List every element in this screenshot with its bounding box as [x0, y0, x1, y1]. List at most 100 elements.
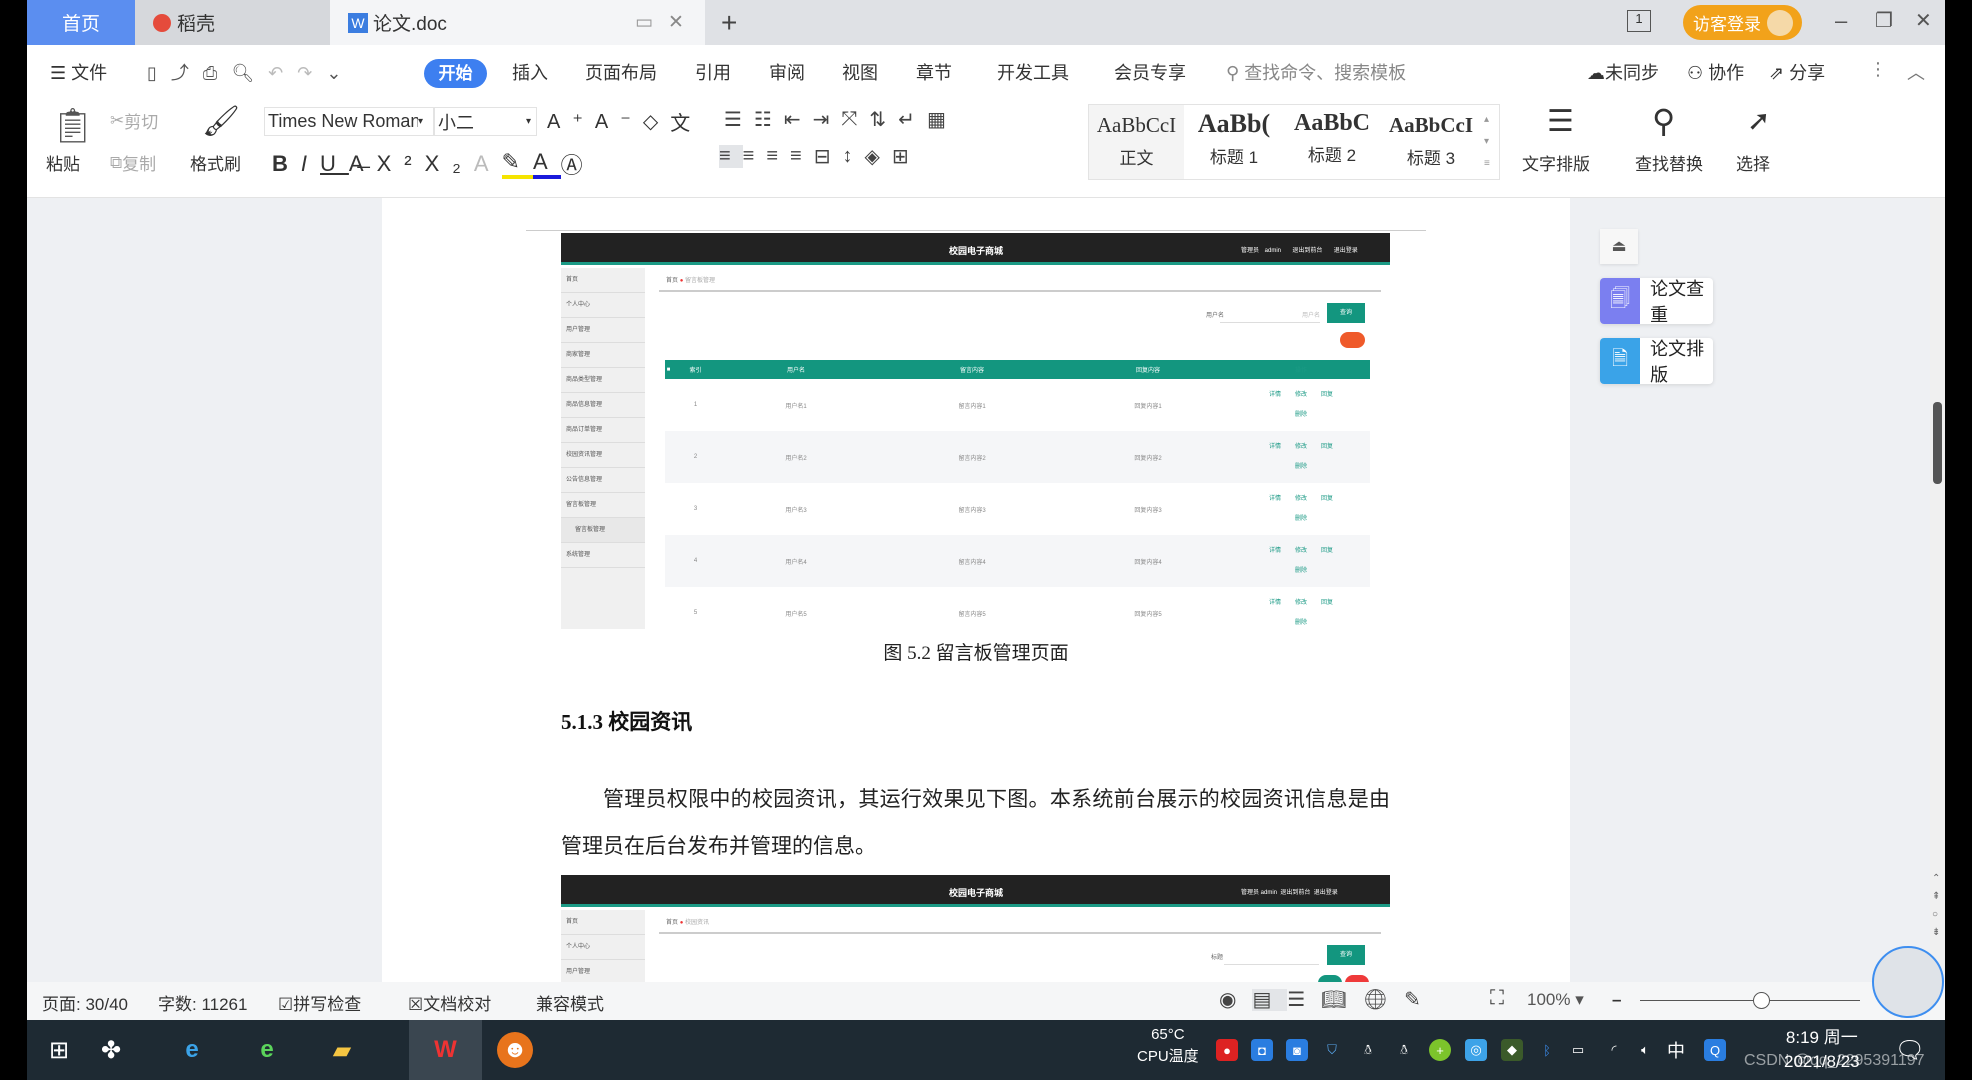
- menu-tab-member[interactable]: 会员专享: [1114, 59, 1186, 85]
- menu-tab-page-layout[interactable]: 页面布局: [585, 59, 657, 85]
- proofread-button[interactable]: ☒文档校对: [408, 990, 491, 1015]
- guest-login-button[interactable]: 访客登录: [1683, 5, 1802, 40]
- text-layout-button[interactable]: 文字排版: [1522, 150, 1590, 175]
- minimize-button[interactable]: –: [1835, 8, 1847, 34]
- document-page[interactable]: 校园电子商城 管理员 admin 退出到前台 退出登录 首页 个人中心 用户管理 商家管…: [382, 198, 1570, 982]
- increase-indent-icon[interactable]: ⇥: [813, 107, 842, 132]
- paragraph-tools-row1[interactable]: ☰ ☷ ⇤ ⇥ ⤧ ⇅ ↵ ▦: [724, 107, 958, 132]
- export-icon[interactable]: ⤴: [171, 63, 203, 83]
- style-heading-1[interactable]: AaBb(标题 1: [1185, 105, 1283, 179]
- zoom-select[interactable]: 100% ▾: [1527, 990, 1584, 1010]
- sync-button[interactable]: ☁未同步: [1587, 59, 1659, 85]
- style-heading-2[interactable]: AaBbC 标题 2: [1283, 105, 1381, 179]
- align-center-icon[interactable]: ≡: [743, 145, 767, 168]
- cpu-temp-widget[interactable]: 65°C CPU温度: [1137, 1024, 1199, 1068]
- zoom-slider-knob[interactable]: [1753, 992, 1770, 1009]
- justify-icon[interactable]: ≡: [790, 145, 814, 168]
- tray-plus-icon[interactable]: +: [1429, 1039, 1451, 1061]
- customize-icon[interactable]: ⌄: [326, 63, 355, 83]
- reading-view-icon[interactable]: 📖︎: [1321, 989, 1362, 1011]
- word-count[interactable]: 字数: 11261: [158, 990, 247, 1015]
- font-tools[interactable]: A⁺ A⁻ ◇ 文: [547, 107, 702, 136]
- shrink-font-icon[interactable]: A⁻: [595, 109, 643, 134]
- grow-font-icon[interactable]: A⁺: [547, 109, 595, 134]
- bold-icon[interactable]: B: [272, 151, 301, 177]
- ruler-icon[interactable]: ▦: [927, 107, 958, 132]
- notification-icon[interactable]: 🗨︎: [1892, 1032, 1928, 1068]
- show-marks-icon[interactable]: ↵: [898, 107, 927, 132]
- paper-layout-button[interactable]: 🗎︎ 论文排版: [1600, 338, 1713, 385]
- pen-icon[interactable]: ✎: [1404, 989, 1437, 1011]
- align-left-icon[interactable]: ≡: [719, 145, 743, 168]
- page-view-icon[interactable]: ▤: [1252, 989, 1288, 1011]
- style-normal[interactable]: AaBbCcI 正文: [1089, 105, 1184, 179]
- preview-icon[interactable]: 🔍︎: [231, 63, 268, 83]
- print-icon[interactable]: ⎙: [203, 63, 231, 83]
- distribute-icon[interactable]: ⊟: [814, 144, 843, 169]
- underline-icon[interactable]: U: [320, 151, 349, 177]
- eye-protection-icon[interactable]: ◉: [1219, 989, 1252, 1011]
- sort-icon[interactable]: ⇅: [869, 107, 898, 132]
- zoom-slider[interactable]: [1640, 992, 1860, 1009]
- line-spacing-icon[interactable]: ↕: [842, 145, 864, 168]
- paste-icon[interactable]: 📋︎: [51, 106, 94, 146]
- copy-button[interactable]: ⧉ 复制: [110, 150, 156, 175]
- menu-tab-insert[interactable]: 插入: [512, 59, 548, 85]
- web-view-icon[interactable]: 🌐︎: [1363, 989, 1404, 1011]
- fit-page-icon[interactable]: ⛶: [1490, 987, 1504, 1010]
- tray-app-icon[interactable]: ●: [1216, 1039, 1238, 1061]
- vertical-scrollbar[interactable]: ⌃ ⇞ ○ ⇟: [1930, 198, 1945, 982]
- zoom-out-button[interactable]: –: [1612, 990, 1621, 1010]
- tab-document[interactable]: W 论文.doc ▭ ✕: [330, 0, 705, 45]
- menu-tab-dev-tools[interactable]: 开发工具: [997, 59, 1069, 85]
- format-painter-button[interactable]: 格式刷: [190, 150, 241, 175]
- page-nav-icons[interactable]: ⌃ ⇞ ○ ⇟: [1932, 870, 1940, 942]
- windows-start-icon[interactable]: ⊞: [41, 1032, 77, 1068]
- italic-icon[interactable]: I: [301, 151, 320, 177]
- close-button[interactable]: ✕: [1915, 8, 1932, 33]
- nvidia-icon[interactable]: ◆: [1501, 1039, 1523, 1061]
- restore-button[interactable]: ❐: [1875, 8, 1893, 33]
- collab-button[interactable]: ⚇ 协作: [1687, 59, 1744, 85]
- battery-icon[interactable]: ▭: [1567, 1039, 1589, 1061]
- font-color-icon[interactable]: A: [532, 149, 561, 179]
- shield-icon[interactable]: ⛉: [1321, 1039, 1343, 1061]
- file-menu[interactable]: ☰ 文件: [50, 59, 107, 85]
- page-count-icon[interactable]: 1: [1627, 10, 1651, 32]
- scrollbar-thumb[interactable]: [1933, 402, 1942, 484]
- paste-button[interactable]: 粘贴: [46, 150, 80, 175]
- find-icon[interactable]: ⚲: [1652, 102, 1675, 140]
- spell-check-button[interactable]: ☑拼写检查: [278, 990, 361, 1015]
- superscript-icon[interactable]: X²: [377, 151, 425, 177]
- volume-icon[interactable]: 🔈︎: [1634, 1039, 1656, 1061]
- qq-icon[interactable]: 🐧︎: [1393, 1039, 1415, 1061]
- font-size-select[interactable]: 小二 ▾: [434, 107, 537, 136]
- undo-icon[interactable]: ↶: [268, 63, 297, 83]
- text-layout-icon[interactable]: ☰: [1547, 104, 1574, 139]
- close-tab-icon[interactable]: ✕: [668, 11, 684, 34]
- fan-app-icon[interactable]: ✤: [93, 1032, 129, 1068]
- select-button[interactable]: 选择: [1736, 150, 1770, 175]
- ie-browser-icon[interactable]: e: [174, 1032, 210, 1068]
- ime-indicator[interactable]: 中: [1665, 1039, 1687, 1061]
- subscript-icon[interactable]: X₂: [425, 151, 474, 177]
- save-icon[interactable]: ▯: [147, 63, 171, 83]
- collapse-panel-icon[interactable]: ⏏: [1600, 229, 1638, 264]
- paper-check-button[interactable]: 🗐︎ 论文查重: [1600, 278, 1713, 325]
- bluetooth-icon[interactable]: ᛒ: [1536, 1039, 1558, 1061]
- cut-button[interactable]: ✂ 剪切: [110, 108, 158, 133]
- file-explorer-icon[interactable]: ▰: [324, 1032, 360, 1068]
- find-replace-button[interactable]: 查找替换: [1635, 150, 1703, 175]
- text-effect-icon[interactable]: A: [474, 151, 502, 177]
- menu-tab-review[interactable]: 审阅: [769, 59, 805, 85]
- clear-format-icon[interactable]: ◇: [643, 109, 670, 134]
- font-format-tools[interactable]: B I U A̶ X² X₂ A ✎ A Ⓐ: [272, 148, 596, 180]
- tray-app-icon[interactable]: ◙: [1286, 1039, 1308, 1061]
- command-search[interactable]: ⚲ 查找命令、搜索模板: [1226, 59, 1406, 85]
- text-direction-icon[interactable]: ⤧: [841, 108, 869, 131]
- tray-app-icon[interactable]: ◘: [1251, 1039, 1273, 1061]
- menu-tab-chapter[interactable]: 章节: [916, 59, 952, 85]
- tab-home[interactable]: 首页: [27, 0, 135, 45]
- font-name-select[interactable]: Times New Roman ▾: [264, 107, 434, 136]
- app-avatar-icon[interactable]: ☻: [497, 1032, 533, 1068]
